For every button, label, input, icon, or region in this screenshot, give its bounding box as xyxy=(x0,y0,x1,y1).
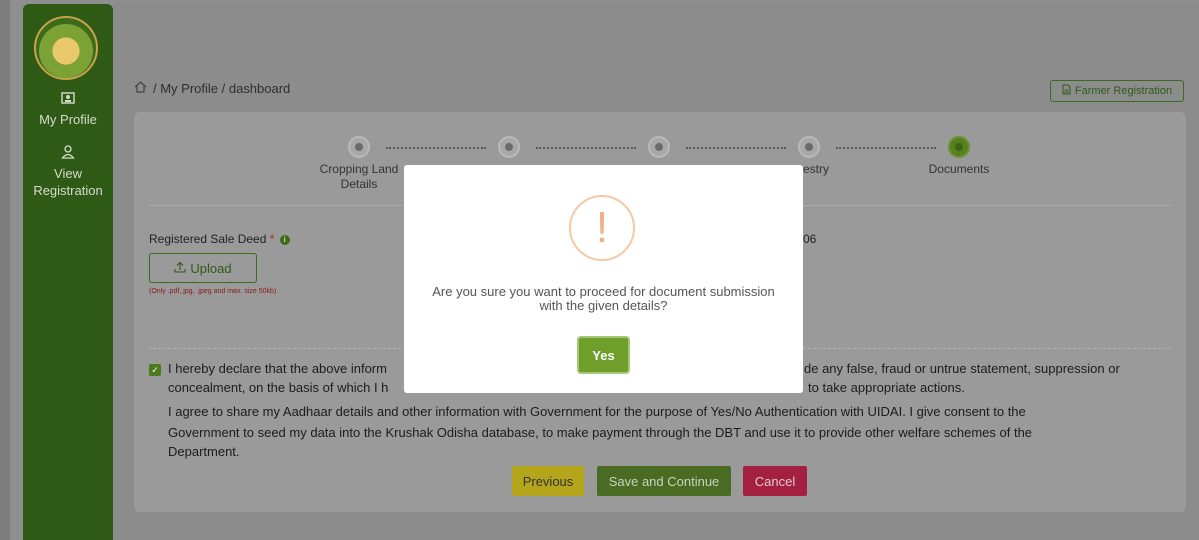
step-cropping-land-details[interactable] xyxy=(348,136,370,158)
step-label: estry xyxy=(803,162,830,176)
step-label: Documents xyxy=(928,162,990,176)
upload-hint: (Only .pdf,.jpg, .jpeg and max. size 50k… xyxy=(149,288,277,295)
declaration-checkbox[interactable]: ✓ xyxy=(149,364,161,376)
yes-button[interactable]: Yes xyxy=(577,336,630,374)
dialog-message: Are you sure you want to proceed for doc… xyxy=(432,284,775,313)
declaration-text: concealment, on the basis of which I h xyxy=(168,380,389,395)
breadcrumb-text: / My Profile / dashboard xyxy=(153,81,291,96)
save-and-continue-button[interactable]: Save and Continue xyxy=(597,466,731,496)
upload-label: Upload xyxy=(190,260,232,276)
cancel-button[interactable]: Cancel xyxy=(743,466,807,496)
profile-card-icon xyxy=(23,92,113,110)
step-documents[interactable] xyxy=(948,136,970,158)
step-forestry[interactable] xyxy=(798,136,820,158)
breadcrumb: / My Profile / dashboard xyxy=(134,81,290,96)
stepper-connector xyxy=(536,147,636,149)
sidebar-item-label: My Profile xyxy=(39,112,97,127)
stepper-connector xyxy=(836,147,936,149)
step-2[interactable] xyxy=(498,136,520,158)
window-frame xyxy=(0,0,10,540)
info-icon[interactable]: i xyxy=(279,234,290,245)
consent-text: Department. xyxy=(168,444,240,459)
document-icon xyxy=(1062,84,1071,98)
sidebar: My Profile View Registration xyxy=(23,4,113,540)
sidebar-item-label: View Registration xyxy=(33,166,103,198)
sidebar-item-my-profile[interactable]: My Profile xyxy=(23,92,113,127)
user-icon xyxy=(23,145,113,163)
warning-icon: ! xyxy=(569,195,635,261)
sale-deed-label: Registered Sale Deed * i xyxy=(149,232,290,246)
sidebar-item-view-registration[interactable]: View Registration xyxy=(23,145,113,199)
declaration-text: de any false, fraud or untrue statement,… xyxy=(804,361,1120,376)
consent-text: I agree to share my Aadhaar details and … xyxy=(168,404,1026,419)
declaration-text: to take appropriate actions. xyxy=(808,380,965,395)
stepper-connector xyxy=(686,147,786,149)
step-3[interactable] xyxy=(648,136,670,158)
app-logo xyxy=(34,16,98,80)
partial-field-value: 06 xyxy=(803,232,817,246)
stepper-connector xyxy=(386,147,486,149)
upload-button[interactable]: Upload xyxy=(149,253,257,283)
confirm-dialog: ! Are you sure you want to proceed for d… xyxy=(404,165,803,393)
declaration-text: I hereby declare that the above inform xyxy=(168,361,387,376)
consent-text: Government to seed my data into the Krus… xyxy=(168,425,1033,440)
home-icon[interactable] xyxy=(134,81,147,96)
previous-button[interactable]: Previous xyxy=(512,466,584,496)
upload-icon xyxy=(174,261,186,276)
required-mark: * xyxy=(269,232,275,246)
step-label: Cropping Land Details xyxy=(319,162,399,191)
farmer-registration-label: Farmer Registration xyxy=(1074,85,1173,97)
farmer-registration-button[interactable]: Farmer Registration xyxy=(1050,80,1184,102)
